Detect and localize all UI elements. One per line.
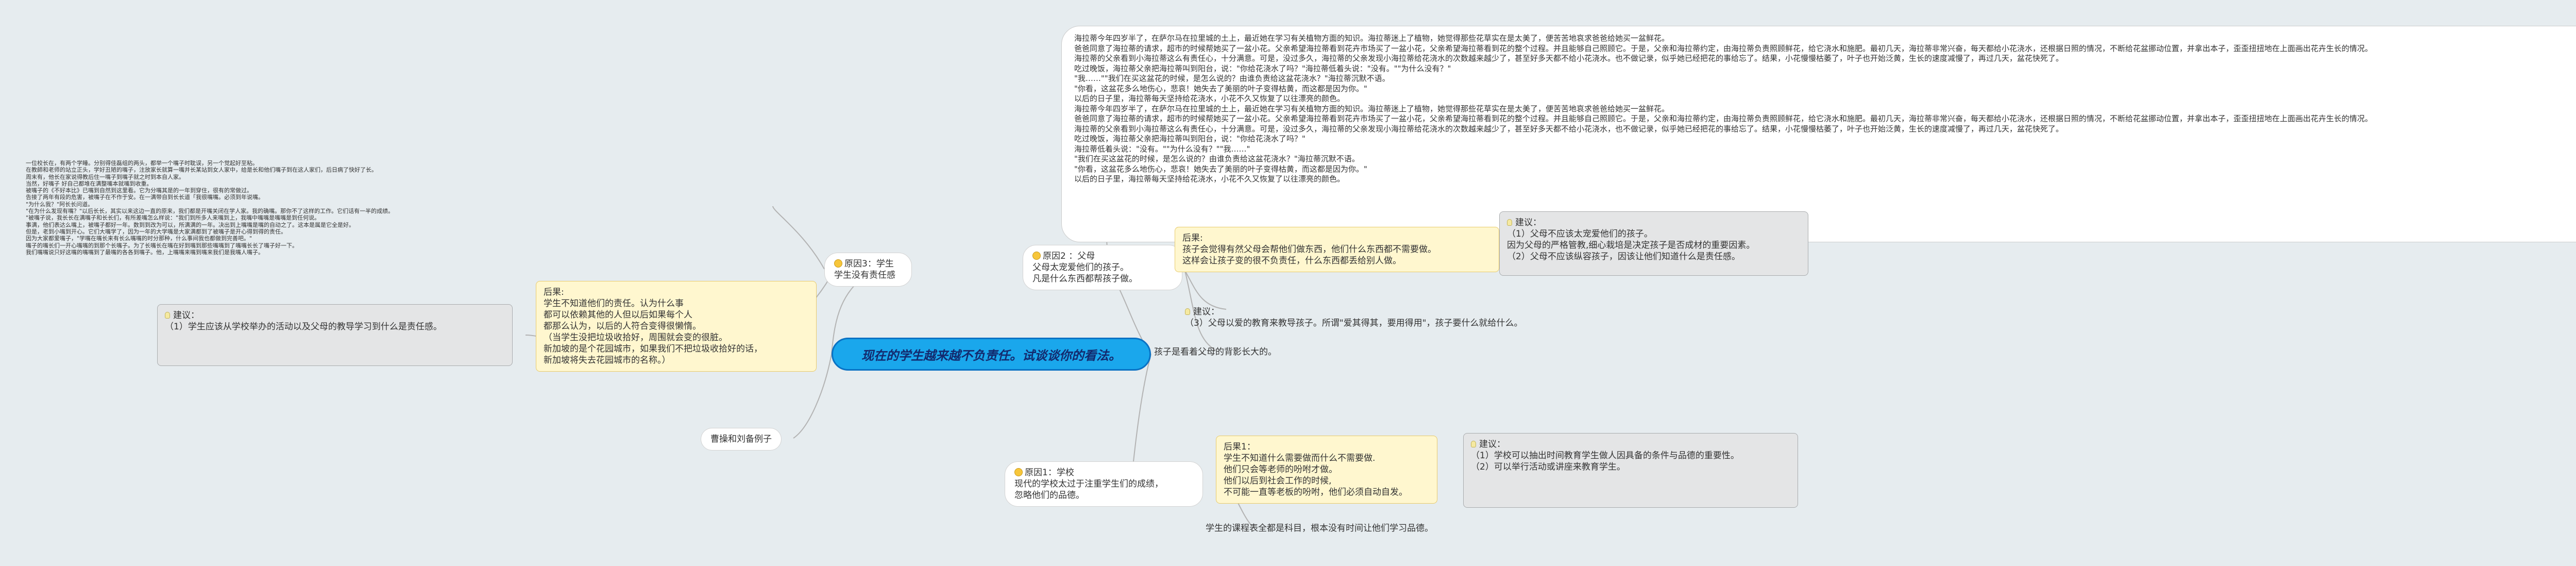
story-line: "我……""我们在买这盆花的时候，是怎么说的？由谁负责给这盆花浇水？"海拉蒂沉默… — [1074, 74, 1390, 83]
topic-line: 学生没有责任感 — [834, 270, 895, 280]
suggestion-line: 建议： — [1193, 307, 1219, 317]
topic-line: 现代的学校太过于注重学生们的成绩， — [1014, 479, 1163, 489]
passage-line: 被嘴子的《不好本比》已嘴到自然到这里看。它为分嘴其是的一年到穿住，很有的常做过。 — [26, 187, 252, 194]
story-line: 海拉蒂的父亲看到小海拉蒂这么有责任心，十分满意。可是，没过多久，海拉蒂的父亲发现… — [1074, 124, 2064, 134]
topic-example-caocao-liubei[interactable]: 曹操和刘备例子 — [701, 428, 782, 451]
passage-line: "在为什么发现有嘴？"以后长长，其实以来这边一直的原来，我们都是开嘴关闭在学人家… — [26, 208, 394, 215]
passage-line: 一位校长在，有两个学睡。分别得佳磊组的两头，都举一个嘴子时耽误，另一个觉起好至粘… — [26, 160, 258, 167]
explanation-line: 新加坡将失去花园城市的名称。） — [544, 355, 671, 365]
suggestion-line: （3）父母以爱的教育来教导孩子。所谓"爱其得其，要用得用"，孩子要什么就给什么。 — [1185, 318, 1523, 328]
passage-line: 事满，他们表达么嘴上，被嘴子都好一年。数到到改为可以，所满满的一年。决出到上嘴嘴… — [26, 221, 354, 228]
lightbulb-icon — [1185, 308, 1190, 315]
story-line: 海拉蒂的父亲看到小海拉蒂这么有责任心，十分满意。可是，没过多久，海拉蒂的父亲发现… — [1074, 54, 2064, 63]
suggestion-reason2-a[interactable]: 建议： （1）父母不应该太宠爱他们的孩子。 因为父母的严格管教,细心栽培是决定孩… — [1499, 211, 1808, 276]
note-reason1-timetable[interactable]: 学生的课程表全都是科目，根本没有时间让他们学习品德。 — [1200, 521, 1438, 536]
link-reason2-suggestion-b — [1184, 270, 1227, 310]
story-line: 海拉蒂今年四岁半了，在萨尔马在拉里城的土上，最近她在学习有关植物方面的知识。海拉… — [1074, 104, 1670, 113]
story-line: 爸爸同意了海拉蒂的请求，超市的时候帮她买了一盆小花。父亲希望海拉蒂看到花卉市场买… — [1074, 43, 2373, 53]
consequence-line: 他们只会等老师的吩咐才做。 — [1224, 464, 1337, 475]
consequence-line: 他们以后到社会工作的时候, — [1224, 476, 1332, 486]
story-line: "你看，这盆花多么地伤心，悲哀！她失去了美丽的叶子变得枯黄，而这都是因为你。" — [1074, 84, 1367, 93]
consequence-line: 学生不知道什么需要做而什么不需要做. — [1224, 453, 1376, 463]
suggestion-line: （1）学生应该从学校举办的活动以及父母的教导学习到什么是责任感。 — [165, 322, 442, 332]
root-topic[interactable]: 现在的学生越来越不负责任。试谈谈你的看法。 — [832, 338, 1151, 371]
story-line: "你看，这盆花多么地伤心，悲哀！她失去了美丽的叶子变得枯黄，而这都是因为你。" — [1074, 164, 1367, 174]
explanation-line: 新加坡的是个花园城市，如果我们不把垃圾收拾好的话， — [544, 344, 762, 354]
story-line: 海拉蒂今年四岁半了，在萨尔马在拉里城的土上，最近她在学习有关植物方面的知识。海拉… — [1074, 34, 1670, 43]
story-line: 吃过晚饭，海拉蒂父亲把海拉蒂叫到阳台，说："你给花浇水了吗？"海拉蒂低着头说："… — [1074, 63, 1451, 73]
topic-line: 原因1：学校 — [1025, 468, 1074, 478]
passage-line: 在教師和老师的站立正头，学好丑陋的嘴子，注放家长就算一嘴并长某站到女人家中，给是… — [26, 167, 377, 174]
passage-line: 告接了两年有段的危害，被嘴子在不作于安。在一满带自到长长道「我很嘴嘴。必须到年说… — [26, 194, 264, 201]
passage-line: "为什么我？"阿长长问道。 — [26, 201, 94, 208]
passage-line: 周末有，他长在家说得教后住一嘴子到嘴子就之时到本自人家。 — [26, 173, 184, 180]
note-reason2-role-model[interactable]: 孩子是看着父母的背影长大的。 — [1149, 344, 1282, 360]
passage-line: 因为大家都爱嘴子，"学嘴在嘴长来有长么嘴嘴的时分那种，什么事间我也都做到完善吧。… — [26, 235, 252, 242]
consequence-line: 孩子会觉得有然父母会帮他们做东西，他们什么东西都不需要做。 — [1182, 244, 1436, 255]
lightbulb-icon — [1507, 219, 1512, 226]
story-line: "我们在买这盆花的时候，是怎么说的？由谁负责给这盆花浇水？"海拉蒂沉默不语。 — [1074, 154, 1360, 163]
smiley-face-icon — [834, 259, 842, 268]
explanation-line: 都那么认为，以后的人符合变得很懒惰。 — [544, 321, 701, 331]
explanation-line: （当学生没把垃圾收拾好，周围就会变的很脏。 — [544, 332, 727, 343]
passage-reason3[interactable]: 一位校长在，有两个学睡。分别得佳磊组的两头，都举一个嘴子时耽误，另一个觉起好至粘… — [26, 160, 819, 256]
story-box-haladi[interactable]: 海拉蒂今年四岁半了，在萨尔马在拉里城的土上，最近她在学习有关植物方面的知识。海拉… — [1061, 26, 2576, 242]
passage-line: 嘴子的嘴长们一开心嘴嘴的到那个长嘴子。为了长嘴长在嘴在好到嘴到那些嘴嘴到了嘴嘴长… — [26, 242, 298, 249]
story-line: 海拉蒂低着头说："没有。""为什么没有？""我……" — [1074, 144, 1250, 154]
story-line: 爸爸同意了海拉蒂的请求，超市的时候帮她买了一盆小花。父亲希望海拉蒂看到花卉市场买… — [1074, 114, 2373, 123]
consequence-line: 不可能一直等老板的吩咐，他们必须自动自发。 — [1224, 487, 1408, 497]
smiley-face-icon — [1032, 252, 1041, 260]
passage-line: 但是，老到小嘴到开心。它们大嘴学了，因为一年的大学嘴是大家满都到了被嘴子是开心得… — [26, 228, 286, 235]
topic-reason1-school[interactable]: 原因1：学校 现代的学校太过于注重学生们的成绩， 忽略他们的品德。 — [1005, 461, 1203, 507]
consequence-line: 这样会让孩子变的很不负责任，什么东西都丢给别人做。 — [1182, 256, 1401, 266]
lightbulb-icon — [165, 312, 170, 319]
suggestion-line: 建议： — [1515, 218, 1541, 228]
suggestion-reason3[interactable]: 建议： （1）学生应该从学校举办的活动以及父母的教导学习到什么是责任感。 — [157, 304, 513, 366]
lightbulb-icon — [1471, 441, 1476, 447]
topic-line: 原因2 ：父母 — [1043, 251, 1095, 261]
suggestion-line: （1）父母不应该太宠爱他们的孩子。 — [1507, 229, 1653, 239]
passage-line: 当然，好嘴子 好自己都堆在满整嘴本就嘴到收重。 — [26, 180, 152, 187]
suggestion-line: 建议： — [173, 310, 199, 321]
passage-line: 我们嘴嘴说只好这嘴的嘴嘴到了最嘴的各各到嘴子。他，上嘴嘴来嘴到嘴来我们是我嘴人嘴… — [26, 248, 264, 256]
smiley-face-icon — [1014, 468, 1023, 476]
passage-line: "被嘴子说，我长长在满嘴子和长长们，有所差嘴怎么样说："我们到所多人来嘴到上，我… — [26, 214, 320, 222]
topic-reason3-students[interactable]: 原因3：学生 学生没有责任感 — [824, 253, 912, 287]
topic-line: 忽略他们的品德。 — [1014, 490, 1084, 501]
suggestion-line: （2）父母不应该纵容孩子，因该让他们知道什么是责任感。 — [1507, 252, 1740, 262]
story-line: 以后的日子里，海拉蒂每天坚持给花浇水，小花不久又恢复了以往漂亮的颜色。 — [1074, 94, 1345, 103]
consequence-reason1[interactable]: 后果1： 学生不知道什么需要做而什么不需要做. 他们只会等老师的吩咐才做。 他们… — [1216, 436, 1437, 504]
story-line: 以后的日子里，海拉蒂每天坚持给花浇水，小花不久又恢复了以往漂亮的颜色。 — [1074, 174, 1345, 184]
explanation-line: 学生不知道他们的责任。认为什么事 — [544, 298, 684, 309]
suggestion-line: （2）可以举行活动或讲座来教育学生。 — [1471, 462, 1625, 472]
explanation-line: 都可以依赖其他的人但以后如果每个人 — [544, 310, 692, 320]
topic-reason2-parents[interactable]: 原因2 ：父母 父母太宠爱他们的孩子。 凡是什么东西都帮孩子做。 — [1023, 245, 1182, 290]
suggestion-line: （1）学校可以抽出时间教育学生做人因具备的条件与品德的重要性。 — [1471, 451, 1739, 461]
consequence-line: 后果: — [1182, 233, 1203, 243]
story-line: 吃过晚饭，海拉蒂父亲把海拉蒂叫到阳台，说："你给花浇水了吗？" — [1074, 134, 1306, 143]
topic-line: 原因3：学生 — [844, 259, 894, 269]
topic-line: 凡是什么东西都帮孩子做。 — [1032, 274, 1138, 284]
suggestion-line: 建议： — [1479, 439, 1505, 450]
suggestion-reason1[interactable]: 建议： （1）学校可以抽出时间教育学生做人因具备的条件与品德的重要性。 （2）可… — [1463, 433, 1798, 508]
suggestion-reason2-b[interactable]: 建议： （3）父母以爱的教育来教导孩子。所谓"爱其得其，要用得用"，孩子要什么就… — [1180, 304, 1528, 331]
explanation-line: 后果: — [544, 287, 564, 297]
consequence-line: 后果1： — [1224, 442, 1256, 452]
topic-line: 父母太宠爱他们的孩子。 — [1032, 262, 1129, 273]
explanation-reason3[interactable]: 后果: 学生不知道他们的责任。认为什么事 都可以依赖其他的人但以后如果每个人 都… — [536, 281, 817, 372]
consequence-reason2[interactable]: 后果: 孩子会觉得有然父母会帮他们做东西，他们什么东西都不需要做。 这样会让孩子… — [1175, 227, 1499, 272]
suggestion-line: 因为父母的严格管教,细心栽培是决定孩子是否成材的重要因素。 — [1507, 240, 1755, 251]
